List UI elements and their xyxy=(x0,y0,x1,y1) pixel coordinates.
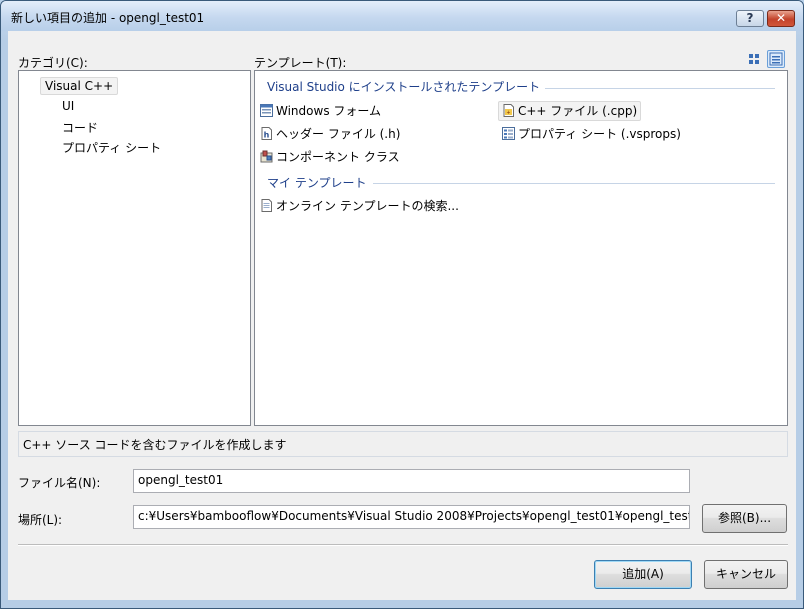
header-file-icon: h xyxy=(261,127,272,140)
template-cpp-file[interactable]: + C++ ファイル (.cpp) xyxy=(498,101,642,121)
search-online-icon xyxy=(261,199,272,212)
template-property-sheet[interactable]: プロパティ シート (.vsprops) xyxy=(502,125,681,143)
windows-form-icon xyxy=(260,104,273,117)
tree-item-ui[interactable]: UI xyxy=(62,99,74,113)
list-view-icon xyxy=(769,52,783,66)
template-label: プロパティ シート (.vsprops) xyxy=(518,127,681,141)
small-icons-view-button[interactable] xyxy=(767,50,785,68)
template-label: C++ ファイル (.cpp) xyxy=(518,104,638,118)
dialog-window: 新しい項目の追加 - opengl_test01 ? ✕ カテゴリ(C): テン… xyxy=(0,0,804,609)
templates-label: テンプレート(T): xyxy=(254,56,347,70)
template-component-class[interactable]: コンポーネント クラス xyxy=(260,148,400,166)
browse-button[interactable]: 参照(B)... xyxy=(702,504,787,533)
dialog-client-area: カテゴリ(C): テンプレート(T): Visual C++ UI コード プロ… xyxy=(8,31,796,600)
filename-label: ファイル名(N): xyxy=(18,476,101,490)
category-label: カテゴリ(C): xyxy=(18,56,88,70)
group-divider xyxy=(545,88,775,89)
templates-list[interactable]: Visual Studio にインストールされたテンプレート Windows フ… xyxy=(254,70,788,426)
add-button[interactable]: 追加(A) xyxy=(594,560,692,589)
template-label: ヘッダー ファイル (.h) xyxy=(276,127,401,141)
title-bar[interactable]: 新しい項目の追加 - opengl_test01 ? ✕ xyxy=(1,1,803,31)
tree-item-code[interactable]: コード xyxy=(62,119,98,136)
tree-item-visual-cpp[interactable]: Visual C++ xyxy=(40,77,119,95)
cpp-file-icon: + xyxy=(503,104,514,117)
template-label: Windows フォーム xyxy=(276,104,382,118)
close-button[interactable]: ✕ xyxy=(767,10,795,27)
template-windows-form[interactable]: Windows フォーム xyxy=(260,102,381,120)
group-divider xyxy=(373,183,775,184)
template-description: C++ ソース コードを含むファイルを作成します xyxy=(18,431,788,457)
template-label: オンライン テンプレートの検索... xyxy=(276,199,459,213)
property-sheet-icon xyxy=(502,127,515,140)
component-class-icon xyxy=(260,150,273,163)
cancel-button[interactable]: キャンセル xyxy=(704,560,788,589)
template-search-online[interactable]: オンライン テンプレートの検索... xyxy=(260,197,459,215)
window-title: 新しい項目の追加 - opengl_test01 xyxy=(11,11,205,25)
template-header-file[interactable]: h ヘッダー ファイル (.h) xyxy=(260,125,400,143)
tree-item-property-sheet[interactable]: プロパティ シート xyxy=(62,139,161,156)
group-header-my-templates: マイ テンプレート xyxy=(267,176,367,190)
location-input[interactable]: c:¥Users¥bambooflow¥Documents¥Visual Stu… xyxy=(133,505,690,529)
svg-text:+: + xyxy=(506,110,510,116)
help-button[interactable]: ? xyxy=(736,10,764,27)
filename-input[interactable]: opengl_test01 xyxy=(133,469,690,493)
separator xyxy=(18,544,788,546)
large-icons-view-button[interactable] xyxy=(745,50,763,68)
category-tree[interactable]: Visual C++ UI コード プロパティ シート xyxy=(18,70,251,426)
svg-text:h: h xyxy=(264,131,270,140)
template-label: コンポーネント クラス xyxy=(276,150,400,164)
grid-view-icon xyxy=(749,54,759,64)
location-label: 場所(L): xyxy=(18,513,63,527)
group-header-installed: Visual Studio にインストールされたテンプレート xyxy=(267,80,541,94)
